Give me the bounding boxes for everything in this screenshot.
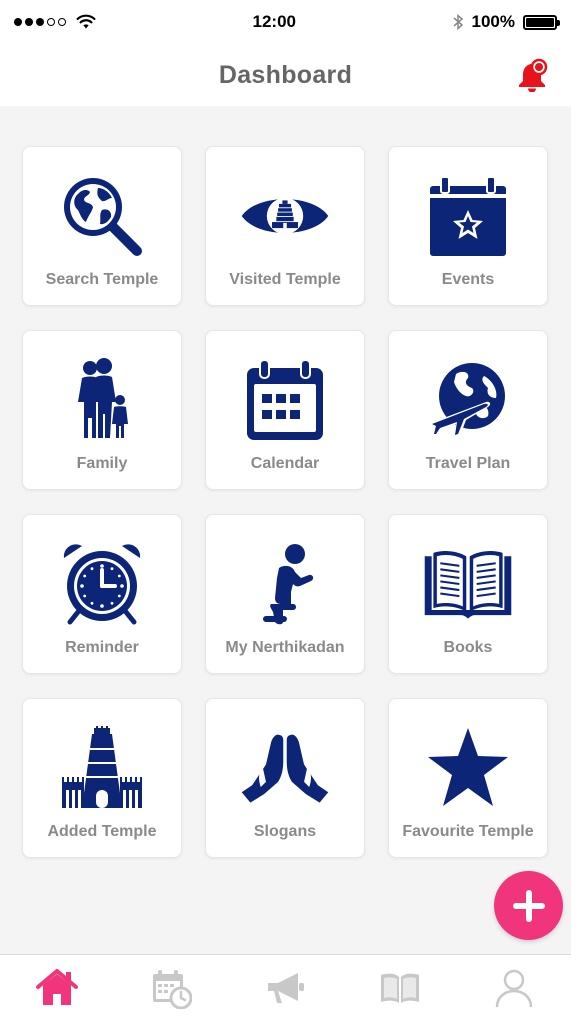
tile-icon-wrap [240, 723, 330, 813]
tile-travel-plan[interactable]: Travel Plan [388, 330, 548, 490]
tile-label: Travel Plan [425, 455, 511, 472]
tile-my-nerthikadan[interactable]: My Nerthikadan [205, 514, 365, 674]
signal-strength-icon [14, 18, 66, 26]
family-icon [78, 358, 128, 438]
tile-label: Search Temple [45, 271, 159, 288]
calendar-icon [247, 359, 323, 440]
globe-search-icon [64, 178, 142, 256]
tile-label: Books [443, 639, 493, 656]
tile-label: Visited Temple [229, 271, 341, 288]
tile-label: Reminder [65, 639, 139, 656]
tile-visited-temple[interactable]: Visited Temple [205, 146, 365, 306]
tile-icon-wrap [57, 723, 147, 813]
tile-icon-wrap [57, 171, 147, 261]
tile-icon-wrap [240, 355, 330, 445]
tile-added-temple[interactable]: Added Temple [22, 698, 182, 858]
tile-icon-wrap [423, 539, 513, 629]
header: Dashboard [0, 44, 571, 106]
tile-icon-wrap [57, 355, 147, 445]
calendar-star-icon [430, 176, 506, 256]
home-icon [36, 968, 79, 1005]
bluetooth-icon [453, 13, 463, 31]
praying-hands-icon [241, 734, 329, 803]
tile-icon-wrap [57, 539, 147, 629]
status-right: 100% [453, 12, 560, 32]
tab-home[interactable] [17, 958, 97, 1018]
dashboard-grid: Search Temple Visited Temple Events Fami… [22, 146, 549, 858]
tile-label: Events [441, 271, 495, 288]
tile-icon-wrap [423, 171, 513, 261]
wifi-icon [76, 14, 96, 29]
status-left [14, 14, 96, 30]
alarm-clock-icon [63, 544, 141, 625]
bell-icon [519, 58, 548, 93]
globe-plane-icon [428, 363, 505, 438]
book-icon [380, 973, 419, 1003]
tile-label: Calendar [250, 455, 320, 472]
tile-label: Favourite Temple [402, 823, 534, 840]
tile-label: Slogans [253, 823, 317, 840]
tab-announcements[interactable] [245, 958, 325, 1018]
tab-schedule[interactable] [131, 958, 211, 1018]
tab-books[interactable] [360, 958, 440, 1018]
plus-icon [512, 889, 545, 922]
page-title: Dashboard [218, 60, 353, 89]
tile-favourite-temple[interactable]: Favourite Temple [388, 698, 548, 858]
tile-family[interactable]: Family [22, 330, 182, 490]
tile-icon-wrap [240, 171, 330, 261]
tile-label: My Nerthikadan [225, 639, 345, 656]
tab-profile[interactable] [474, 958, 554, 1018]
open-book-icon [424, 551, 512, 619]
notification-button[interactable] [517, 58, 549, 93]
tile-reminder[interactable]: Reminder [22, 514, 182, 674]
calendar-clock-icon [153, 969, 193, 1009]
tile-events[interactable]: Events [388, 146, 548, 306]
bottom-tab-bar [0, 954, 571, 1020]
status-time: 12:00 [252, 12, 296, 31]
tile-books[interactable]: Books [388, 514, 548, 674]
tile-icon-wrap [423, 355, 513, 445]
tile-search-temple[interactable]: Search Temple [22, 146, 182, 306]
tile-icon-wrap [240, 539, 330, 629]
battery-icon [523, 14, 560, 30]
tile-icon-wrap [423, 723, 513, 813]
tile-label: Family [76, 455, 128, 472]
eye-temple-icon [241, 197, 329, 235]
user-icon [495, 969, 533, 1007]
temple-tower-icon [62, 726, 142, 808]
tile-slogans[interactable]: Slogans [205, 698, 365, 858]
tile-label: Added Temple [47, 823, 157, 840]
megaphone-icon [268, 972, 305, 1003]
tile-calendar[interactable]: Calendar [205, 330, 365, 490]
battery-percent: 100% [471, 12, 515, 31]
status-bar: 12:00 100% [0, 0, 571, 44]
add-button[interactable] [494, 871, 563, 940]
star-icon [428, 728, 508, 806]
kneeling-person-icon [263, 544, 314, 625]
